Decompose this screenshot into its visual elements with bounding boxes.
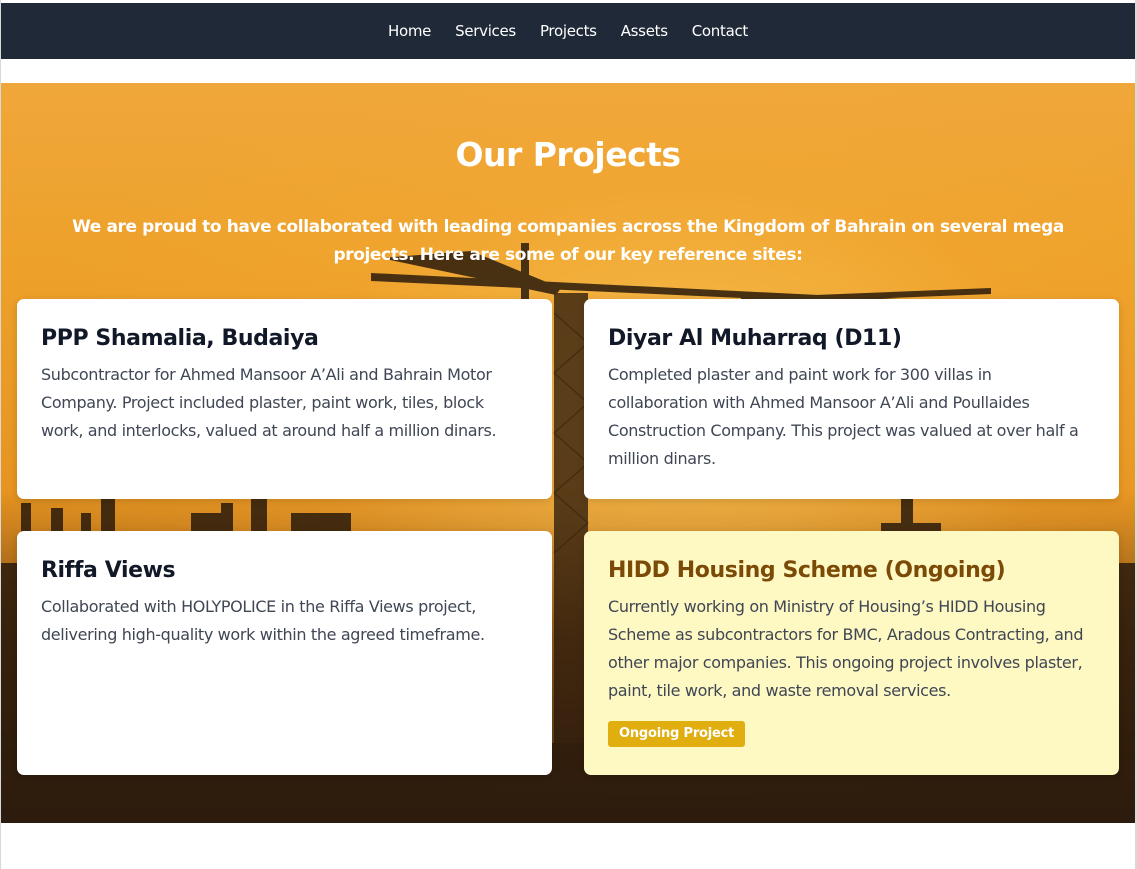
nav-home-link[interactable]: Home bbox=[388, 22, 431, 40]
window-left-edge bbox=[0, 0, 1, 869]
nav-assets-link[interactable]: Assets bbox=[621, 22, 668, 40]
nav-projects-link[interactable]: Projects bbox=[540, 22, 597, 40]
project-card-title: PPP Shamalia, Budaiya bbox=[41, 326, 319, 351]
projects-section: Our Projects We are proud to have collab… bbox=[1, 83, 1135, 823]
top-navigation: Home Services Projects Assets Contact bbox=[1, 3, 1135, 59]
project-card-diyar-al-muharraq: Diyar Al Muharraq (D11) Completed plaste… bbox=[584, 299, 1119, 499]
project-card-description: Collaborated with HOLYPOLICE in the Riff… bbox=[41, 597, 485, 644]
project-card-description: Subcontractor for Ahmed Mansoor A’Ali an… bbox=[41, 365, 497, 440]
section-title: Our Projects bbox=[455, 135, 681, 174]
project-card-description: Currently working on Ministry of Housing… bbox=[608, 597, 1084, 700]
section-intro: We are proud to have collaborated with l… bbox=[72, 217, 1064, 265]
project-card-title: Riffa Views bbox=[41, 558, 176, 583]
project-card-hidd-housing: HIDD Housing Scheme (Ongoing) Currently … bbox=[584, 531, 1119, 775]
ongoing-project-badge: Ongoing Project bbox=[608, 721, 746, 747]
project-card-ppp-shamalia: PPP Shamalia, Budaiya Subcontractor for … bbox=[17, 299, 552, 499]
project-card-title: HIDD Housing Scheme (Ongoing) bbox=[608, 558, 1006, 583]
project-card-title: Diyar Al Muharraq (D11) bbox=[608, 326, 902, 351]
project-card-description: Completed plaster and paint work for 300… bbox=[608, 365, 1079, 468]
nav-contact-link[interactable]: Contact bbox=[692, 22, 749, 40]
project-card-riffa-views: Riffa Views Collaborated with HOLYPOLICE… bbox=[17, 531, 552, 775]
nav-services-link[interactable]: Services bbox=[455, 22, 516, 40]
